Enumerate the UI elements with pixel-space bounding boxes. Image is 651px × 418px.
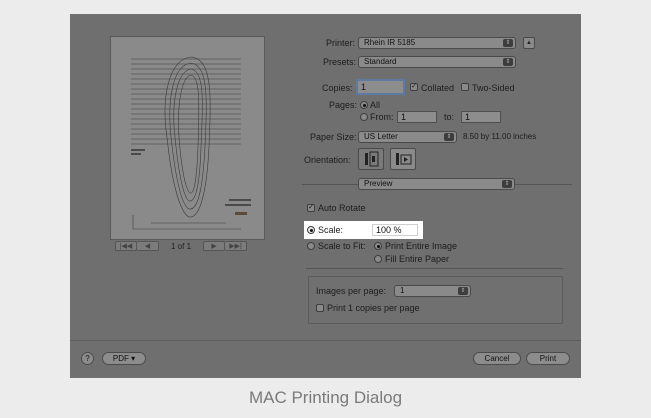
section-value: Preview	[364, 179, 393, 188]
landscape-icon	[396, 153, 412, 165]
landscape-orientation-button[interactable]	[390, 148, 416, 170]
print-copies-per-page-checkbox[interactable]	[316, 304, 324, 312]
two-sided-label: Two-Sided	[472, 83, 515, 93]
paper-size-label: Paper Size:	[310, 132, 357, 142]
presets-select[interactable]: Standard ⇕	[358, 56, 516, 68]
collated-checkbox[interactable]: ✓	[410, 83, 418, 91]
pager-back-group: |◀◀ ◀	[115, 241, 159, 251]
pdf-menu-button[interactable]: PDF ▾	[102, 352, 146, 365]
presets-label: Presets:	[323, 57, 357, 67]
popup-arrows-icon: ⇕	[503, 39, 513, 47]
section-select[interactable]: Preview ⇕	[358, 178, 515, 190]
pages-to-label: to:	[444, 112, 455, 122]
collated-label: Collated	[421, 83, 455, 93]
images-per-page-value: 1	[400, 286, 405, 295]
portrait-icon	[365, 151, 379, 167]
auto-rotate-checkbox[interactable]: ✓	[307, 204, 315, 212]
help-button[interactable]: ?	[81, 352, 94, 365]
preview-pager: |◀◀ ◀ 1 of 1 ▶ ▶▶|	[115, 240, 248, 252]
printer-label: Printer:	[326, 38, 356, 48]
presets-value: Standard	[364, 57, 397, 66]
print-entire-image-radio[interactable]	[374, 242, 382, 250]
images-per-page-select[interactable]: 1 ⇕	[394, 285, 471, 297]
pages-all-label: All	[370, 100, 381, 110]
paper-size-select[interactable]: US Letter ⇕	[358, 131, 457, 143]
print-dialog: |◀◀ ◀ 1 of 1 ▶ ▶▶| Printer: Rhein IR 518…	[70, 14, 581, 378]
pages-range-radio[interactable]	[360, 113, 368, 121]
scale-to-fit-label: Scale to Fit:	[318, 241, 366, 251]
figure: |◀◀ ◀ 1 of 1 ▶ ▶▶| Printer: Rhein IR 518…	[0, 0, 651, 418]
pages-all-radio[interactable]	[360, 101, 368, 109]
next-page-button[interactable]: ▶	[203, 241, 226, 251]
scale-label: Scale:	[318, 225, 344, 235]
pager-forward-group: ▶ ▶▶|	[203, 241, 248, 251]
copies-label: Copies:	[322, 83, 353, 93]
images-per-page-label: Images per page:	[316, 286, 387, 296]
print-button[interactable]: Print	[526, 352, 570, 365]
pages-label: Pages:	[329, 100, 358, 110]
page-indicator: 1 of 1	[171, 241, 192, 251]
pages-to-field[interactable]: 1	[461, 111, 501, 123]
fill-entire-paper-radio[interactable]	[374, 255, 382, 263]
layout-group-box	[308, 276, 563, 324]
figure-caption: MAC Printing Dialog	[248, 388, 403, 407]
cancel-button[interactable]: Cancel	[473, 352, 521, 365]
shoe-size-template-graphic	[131, 56, 251, 230]
pages-from-label: From:	[370, 112, 394, 122]
popup-arrows-icon: ⇕	[503, 58, 513, 66]
paper-size-value: US Letter	[364, 132, 398, 141]
print-entire-image-label: Print Entire Image	[385, 241, 458, 251]
popup-arrows-icon: ⇕	[458, 287, 468, 295]
print-copies-per-page-label: Print 1 copies per page	[327, 303, 420, 313]
options-divider	[306, 268, 563, 269]
scale-field[interactable]: 100 %	[372, 224, 418, 236]
copies-field[interactable]: 1	[356, 79, 405, 95]
portrait-orientation-button[interactable]	[358, 148, 384, 170]
scale-radio[interactable]	[307, 226, 315, 234]
footer-divider	[70, 340, 581, 341]
printer-value: Rhein IR 5185	[364, 38, 416, 47]
scale-to-fit-radio[interactable]	[307, 242, 315, 250]
fill-entire-paper-label: Fill Entire Paper	[385, 254, 450, 264]
auto-rotate-label: Auto Rotate	[318, 203, 366, 213]
orientation-label: Orientation:	[304, 155, 351, 165]
print-preview	[110, 36, 265, 240]
popup-arrows-icon: ⇕	[444, 133, 454, 141]
previous-page-button[interactable]: ◀	[137, 241, 159, 251]
two-sided-checkbox[interactable]	[461, 83, 469, 91]
collapse-details-button[interactable]: ▲	[523, 37, 535, 49]
last-page-button[interactable]: ▶▶|	[225, 241, 248, 251]
printer-select[interactable]: Rhein IR 5185 ⇕	[358, 37, 516, 49]
paper-size-dimensions: 8.50 by 11.00 inches	[463, 132, 537, 141]
popup-arrows-icon: ⇕	[502, 180, 512, 188]
pages-from-field[interactable]: 1	[397, 111, 437, 123]
first-page-button[interactable]: |◀◀	[115, 241, 137, 251]
